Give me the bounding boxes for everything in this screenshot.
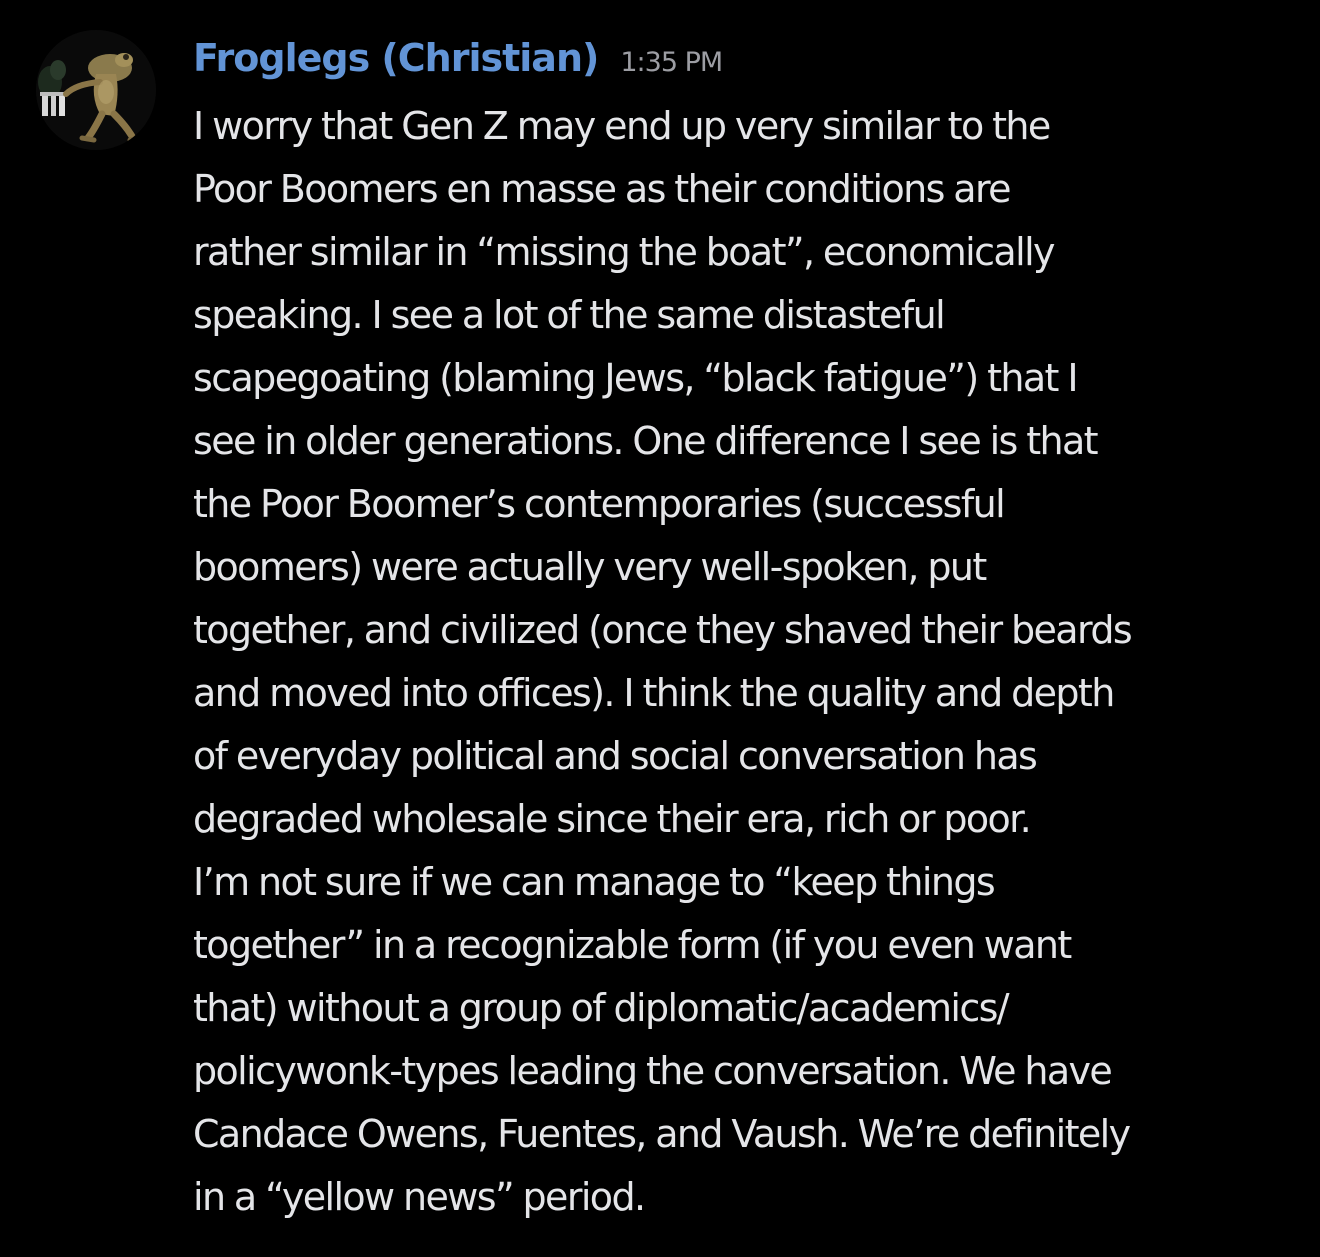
frog-avatar-icon[interactable] <box>36 30 156 150</box>
author-username[interactable]: Froglegs (Christian) <box>193 36 599 80</box>
message-text-line: together” in a recognizable form (if you… <box>193 923 1072 967</box>
message-text-line: I worry that Gen Z may end up very simil… <box>193 104 1051 148</box>
message-text-line: and moved into offices). I think the qua… <box>193 671 1115 715</box>
message-text-line: of everyday political and social convers… <box>193 734 1038 778</box>
message-text-line: Candace Owens, Fuentes, and Vaush. We’re… <box>193 1112 1131 1156</box>
message-text-line: see in older generations. One difference… <box>193 419 1099 463</box>
message-text-line: scapegoating (blaming Jews, “black fatig… <box>193 356 1079 400</box>
message-text-line: I’m not sure if we can manage to “keep t… <box>193 860 996 904</box>
message-header: Froglegs (Christian) 1:35 PM <box>193 36 723 90</box>
message-text-line: the Poor Boomer’s contemporaries (succes… <box>193 482 1006 526</box>
message-text-line: policywonk-types leading the conversatio… <box>193 1049 1113 1093</box>
message-text-line: speaking. I see a lot of the same distas… <box>193 293 946 337</box>
message-text-line: together, and civilized (once they shave… <box>193 608 1133 652</box>
message-text-line: degraded wholesale since their era, rich… <box>193 797 1032 841</box>
message-text-line: rather similar in “missing the boat”, ec… <box>193 230 1056 274</box>
message-content: I worry that Gen Z may end up very simil… <box>193 95 1303 1229</box>
message-text-line: Poor Boomers en masse as their condition… <box>193 167 1012 211</box>
message-text-line: that) without a group of diplomatic/acad… <box>193 986 1010 1030</box>
message-text-line: boomers) were actually very well-spoken,… <box>193 545 987 589</box>
message-timestamp[interactable]: 1:35 PM <box>620 47 723 78</box>
chat-message: Froglegs (Christian) 1:35 PM I worry that… <box>0 0 1320 1257</box>
message-text-line: in a “yellow news” period. <box>193 1175 646 1219</box>
